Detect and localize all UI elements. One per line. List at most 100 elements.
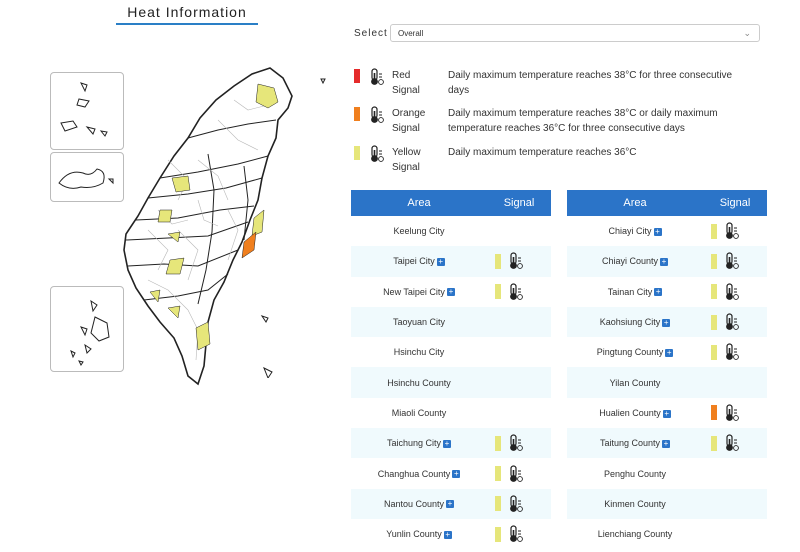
signal-cell [487,458,551,488]
table-row: Tainan City + [567,277,767,307]
expand-plus-icon[interactable]: + [662,318,671,327]
signal-cell [487,306,551,338]
legend-description: Daily maximum temperature reaches 38°C f… [448,70,733,96]
expand-plus-icon[interactable]: + [443,530,452,539]
expand-plus-icon[interactable]: + [662,439,671,448]
table-row: Hsinchu City [351,337,551,367]
area-cell: Hsinchu City [351,337,487,367]
green-island-map [260,315,273,378]
legend-name: Orange Signal [392,108,426,134]
table-row: Miaoli County [351,398,551,428]
expand-plus-icon[interactable]: + [665,348,674,357]
thermometer-icon [510,252,523,270]
area-cell: Taichung City + [351,428,487,459]
signal-cell [703,216,767,246]
area-name[interactable]: Taichung City [387,438,441,448]
area-cell: Yilan County [567,367,703,398]
legend-swatch [354,107,360,121]
thermometer-icon [726,404,739,421]
expand-plus-icon[interactable]: + [662,409,671,418]
expand-plus-icon[interactable]: + [436,258,445,267]
expand-plus-icon[interactable]: + [654,288,663,297]
legend-icon-wrap [368,68,386,89]
legend-name: Red Signal [392,70,420,96]
thermometer-icon [726,313,739,330]
signal-header: Signal [703,190,767,216]
area-cell: New Taipei City + [351,277,487,307]
matsu-inset[interactable] [50,72,124,150]
signal-cell [703,519,767,549]
signal-cell [703,337,767,367]
area-cell: Nantou County + [351,488,487,519]
expand-plus-icon[interactable]: + [446,500,455,509]
area-cell: Miaoli County [351,398,487,428]
area-name[interactable]: Nantou County [384,499,444,509]
select-label: Select [354,28,388,39]
signal-indicator [703,222,767,240]
area-select[interactable]: Overall ⌄ [390,24,760,42]
area-name[interactable]: Pingtung County [597,347,664,357]
area-name[interactable]: New Taipei City [383,287,445,297]
signal-cell [487,398,551,428]
kinmen-inset[interactable] [50,152,124,202]
thermometer-icon [726,222,739,240]
signal-yellow-bar [495,435,501,451]
area-name: Kinmen County [604,498,666,509]
area-name[interactable]: Yunlin County [386,529,442,539]
thermometer-icon [510,525,523,543]
table-row: Pingtung County + [567,337,767,367]
area-name[interactable]: Chiayi City [608,226,651,236]
table-row: Changhua County + [351,458,551,488]
area-cell: Taoyuan City [351,306,487,338]
table-row: Hualien County + [567,398,767,428]
area-cell: Penghu County [567,458,703,488]
legend-icon-wrap [368,106,386,127]
expand-plus-icon[interactable]: + [443,439,452,448]
chevron-down-icon: ⌄ [743,28,751,38]
table-row: New Taipei City + [351,277,551,307]
table-row: Kaohsiung City + [567,306,767,338]
table-row: Hsinchu County [351,367,551,398]
area-cell: Hsinchu County [351,367,487,398]
signal-yellow-bar [495,253,501,269]
expand-plus-icon[interactable]: + [660,258,669,267]
area-name[interactable]: Taipei City [393,256,435,266]
area-name: Keelung City [393,226,445,237]
thermometer-icon [726,283,739,300]
area-cell: Tainan City + [567,277,703,307]
signal-indicator [487,495,551,513]
penghu-inset[interactable] [50,286,124,372]
area-name: Hsinchu County [387,377,451,388]
area-name[interactable]: Hualien County [599,408,661,418]
expand-plus-icon[interactable]: + [446,288,455,297]
area-name[interactable]: Chiayi County [602,256,658,266]
thermometer-icon [510,283,523,300]
area-name[interactable]: Taitung County [600,438,660,448]
area-name[interactable]: Tainan City [608,287,653,297]
area-name: Penghu County [603,468,667,479]
signal-indicator [703,283,767,301]
signal-yellow-bar [711,344,717,360]
expand-plus-icon[interactable]: + [653,227,662,236]
signal-cell [487,367,551,398]
area-cell: Taitung County + [567,428,703,459]
area-name[interactable]: Kaohsiung City [600,317,661,327]
page-title: Heat Information [116,4,258,25]
thermometer-icon [726,343,739,361]
area-header: Area [567,190,703,216]
legend-description: Daily maximum temperature reaches 36°C [448,147,637,158]
signal-header: Signal [487,190,551,216]
signal-yellow-bar [495,466,501,482]
signal-cell [703,246,767,277]
signal-table-south: Area Signal Chiayi City + Chiayi County + Ta… [567,190,767,549]
signal-cell [703,428,767,459]
table-row: Taichung City + [351,428,551,459]
area-name[interactable]: Changhua County [378,469,451,479]
select-value: Overall [398,29,424,38]
table-row: Taipei City + [351,246,551,277]
area-name: Taoyuan City [392,317,446,328]
legend-swatch [354,69,360,83]
signal-cell [487,246,551,277]
expand-plus-icon[interactable]: + [452,470,461,479]
signal-orange-bar [711,405,717,421]
